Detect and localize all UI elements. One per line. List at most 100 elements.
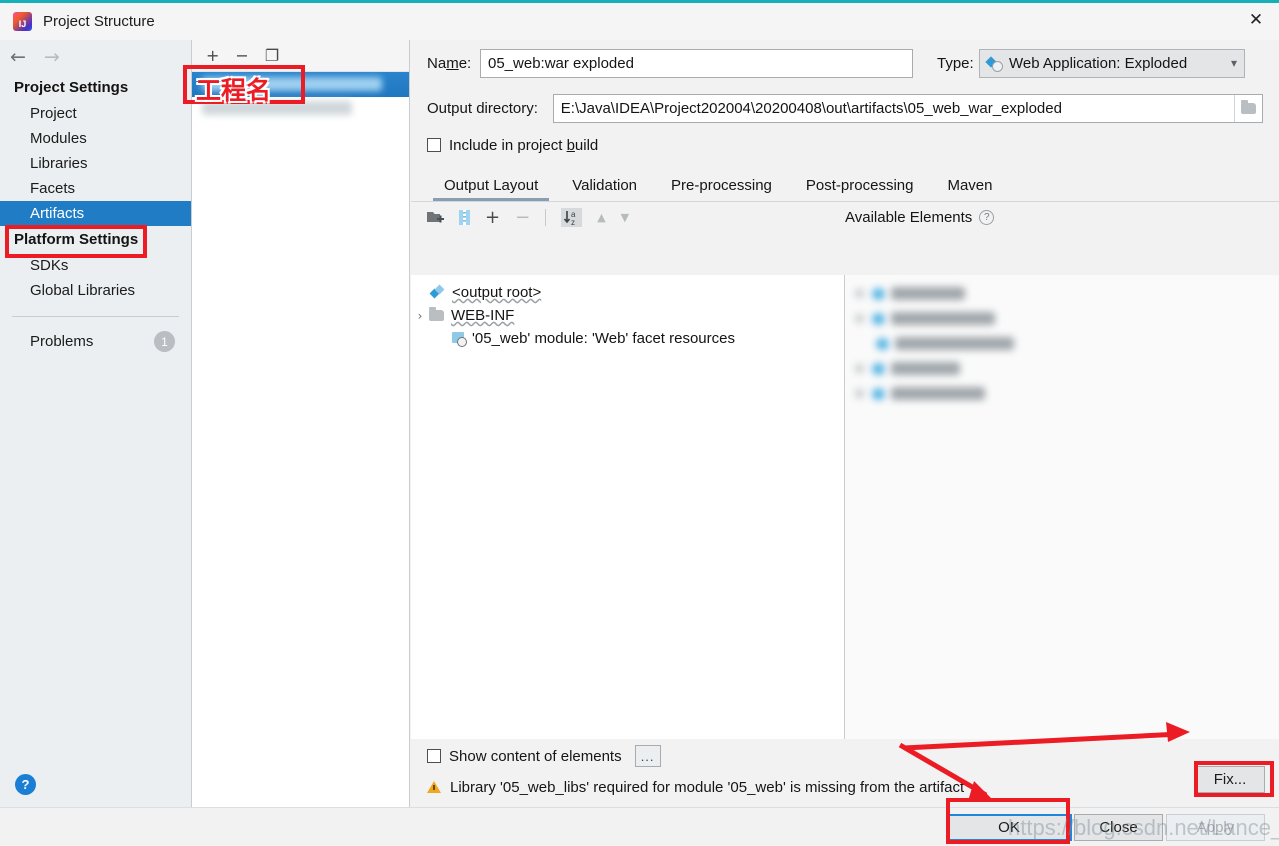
show-content-label: Show content of elements xyxy=(449,747,622,765)
output-directory-value: E:\Java\IDEA\Project202004\20200408\out\… xyxy=(560,99,1062,117)
output-directory-label: Output directory: xyxy=(427,99,538,117)
minus-icon: − xyxy=(515,206,531,228)
minus-icon[interactable]: − xyxy=(235,47,248,64)
svg-text:z: z xyxy=(571,218,575,227)
arrow-down-icon: ▼ xyxy=(620,211,630,224)
sidebar-nav: ← → xyxy=(0,40,191,74)
list-item[interactable] xyxy=(845,381,1279,406)
sidebar-item-libraries[interactable]: Libraries xyxy=(0,151,191,176)
add-archive-icon[interactable] xyxy=(459,210,470,225)
sidebar-item-global-libraries[interactable]: Global Libraries xyxy=(0,278,191,303)
help-icon[interactable]: ? xyxy=(15,774,36,795)
tree-row[interactable]: '05_web' module: 'Web' facet resources xyxy=(411,327,844,350)
include-in-build-row[interactable]: Include in project build xyxy=(411,130,1279,160)
sidebar-item-project[interactable]: Project xyxy=(0,101,191,126)
tab-maven[interactable]: Maven xyxy=(930,177,1009,201)
window-title: Project Structure xyxy=(43,13,155,30)
output-directory-row: Output directory: E:\Java\IDEA\Project20… xyxy=(411,86,1279,130)
help-icon[interactable]: ? xyxy=(979,210,995,225)
tab-pre-processing[interactable]: Pre-processing xyxy=(654,177,789,201)
tree-twisty-blurred xyxy=(855,389,864,398)
folder-icon xyxy=(429,307,444,321)
arrow-right-icon[interactable]: → xyxy=(44,47,60,67)
available-elements-header: Available Elements ? xyxy=(845,209,995,226)
add-directory-icon[interactable] xyxy=(427,210,444,225)
watermark: https://blog.csdn.net/Lance_welcome xyxy=(1008,815,1279,840)
element-icon-blurred xyxy=(876,337,889,350)
arrow-up-icon: ▲ xyxy=(597,211,606,224)
output-directory-input[interactable]: E:\Java\IDEA\Project202004\20200408\out\… xyxy=(552,93,1263,123)
chevron-right-icon[interactable]: › xyxy=(411,309,429,323)
artifact-name-input[interactable]: 05_web:war exploded xyxy=(480,48,913,78)
sidebar-item-sdks[interactable]: SDKs xyxy=(0,253,191,278)
tree-twisty-blurred xyxy=(855,364,864,373)
tree-row[interactable]: <output root> xyxy=(411,281,844,304)
folder-browse-icon[interactable] xyxy=(1234,94,1262,122)
include-in-build-checkbox[interactable] xyxy=(427,138,441,152)
output-root-icon xyxy=(431,286,446,300)
tree-twisty-blurred xyxy=(855,314,864,323)
sidebar-item-modules[interactable]: Modules xyxy=(0,126,191,151)
artifact-editor: Name: 05_web:war exploded Type: Web Appl… xyxy=(411,40,1279,807)
available-elements-tree xyxy=(845,275,1279,739)
output-layout-toolbar: + − a z ▲ ▼ Available Elements ? xyxy=(411,202,1279,233)
artifacts-toolbar: + − ❐ xyxy=(192,40,409,72)
output-layout-tree: <output root> › WEB-INF '05_web' module:… xyxy=(411,275,845,739)
list-item[interactable] xyxy=(845,331,1279,356)
tab-output-layout[interactable]: Output Layout xyxy=(427,177,555,201)
name-row: Name: 05_web:war exploded Type: Web Appl… xyxy=(411,40,1279,86)
platform-settings-header: Platform Settings xyxy=(14,231,139,248)
annotation-label-project-name: 工程名 xyxy=(196,76,272,105)
sidebar-item-facets[interactable]: Facets xyxy=(0,176,191,201)
show-content-row[interactable]: Show content of elements ... xyxy=(411,739,1279,773)
include-in-build-label: Include in project build xyxy=(449,136,599,154)
element-label-blurred xyxy=(891,387,985,400)
element-icon-blurred xyxy=(872,287,885,300)
title-bar: Project Structure ✕ xyxy=(0,3,1279,40)
tree-row-label: WEB-INF xyxy=(451,307,515,324)
list-item[interactable] xyxy=(845,281,1279,306)
warning-message: Library '05_web_libs' required for modul… xyxy=(450,778,965,796)
plus-icon[interactable]: + xyxy=(206,47,219,64)
project-settings-header: Project Settings xyxy=(14,79,129,96)
show-content-options-button[interactable]: ... xyxy=(634,745,661,767)
sidebar-divider xyxy=(12,316,179,317)
plus-dropdown-icon[interactable]: + xyxy=(485,208,500,227)
list-item[interactable] xyxy=(845,306,1279,331)
tree-row-label: '05_web' module: 'Web' facet resources xyxy=(472,330,735,347)
sidebar-item-problems[interactable]: Problems 1 xyxy=(0,327,191,356)
layout-panels: <output root> › WEB-INF '05_web' module:… xyxy=(411,275,1279,739)
available-elements-label: Available Elements xyxy=(845,209,973,226)
tree-row[interactable]: › WEB-INF xyxy=(411,304,844,327)
editor-tabs: Output Layout Validation Pre-processing … xyxy=(411,169,1279,201)
close-icon[interactable]: ✕ xyxy=(1233,3,1279,37)
problems-label: Problems xyxy=(30,333,94,350)
element-label-blurred xyxy=(895,337,1014,350)
artifacts-list-panel: + − ❐ xyxy=(192,40,410,807)
element-label-blurred xyxy=(891,287,965,300)
show-content-checkbox[interactable] xyxy=(427,749,441,763)
intellij-idea-logo-icon xyxy=(13,12,32,31)
element-icon-blurred xyxy=(872,312,885,325)
tab-validation[interactable]: Validation xyxy=(555,177,654,201)
settings-sidebar: ← → Project Settings Project Modules Lib… xyxy=(0,40,192,807)
artifact-type-value: Web Application: Exploded xyxy=(1009,54,1188,72)
element-icon-blurred xyxy=(872,362,885,375)
toolbar-divider xyxy=(545,209,547,226)
artifact-type-dropdown[interactable]: Web Application: Exploded ▾ xyxy=(979,48,1245,78)
facet-resources-icon xyxy=(452,331,467,347)
arrow-left-icon[interactable]: ← xyxy=(10,47,26,67)
list-item[interactable] xyxy=(845,356,1279,381)
problems-count-badge: 1 xyxy=(154,331,175,352)
sidebar-item-artifacts[interactable]: Artifacts xyxy=(0,201,191,226)
warning-triangle-icon xyxy=(427,781,441,793)
element-label-blurred xyxy=(891,312,995,325)
warning-row: Library '05_web_libs' required for modul… xyxy=(411,773,1279,801)
fix-button[interactable]: Fix... xyxy=(1195,766,1265,793)
sort-alphabetically-icon[interactable]: a z xyxy=(561,208,583,227)
element-label-blurred xyxy=(891,362,960,375)
artifact-bottom-area: Show content of elements ... Library '05… xyxy=(411,739,1279,807)
copy-icon[interactable]: ❐ xyxy=(265,47,279,64)
tab-post-processing[interactable]: Post-processing xyxy=(789,177,931,201)
name-label: Name: xyxy=(427,54,472,72)
